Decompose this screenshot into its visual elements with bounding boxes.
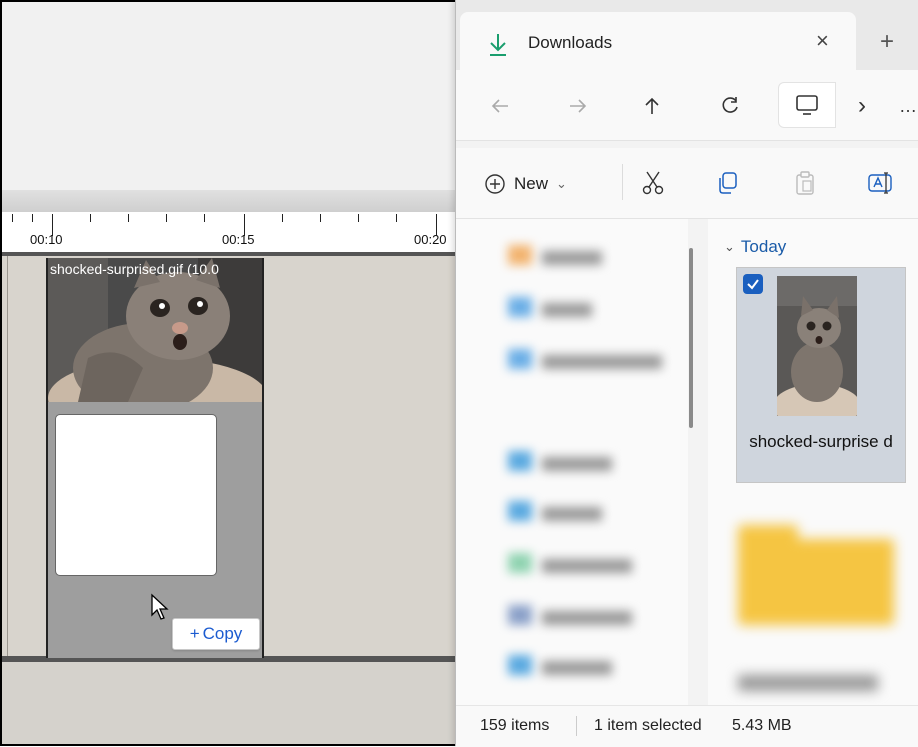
command-bar: New ⌄ — [456, 148, 918, 219]
download-arrow-icon — [490, 34, 506, 56]
clip-title: shocked-surprised.gif (10.0 — [50, 261, 219, 277]
up-arrow-icon[interactable] — [638, 92, 666, 120]
status-separator — [576, 716, 577, 736]
ruler-tick — [396, 214, 397, 222]
ruler-tick — [90, 214, 91, 222]
ruler-tick — [204, 214, 205, 222]
back-arrow-icon[interactable] — [486, 92, 514, 120]
nav-pane-scrollbar[interactable] — [689, 248, 693, 428]
file-explorer-window[interactable]: Downloads × + › … New ⌄ ⌄ Today shocked-… — [455, 0, 918, 747]
new-button-label: New — [514, 174, 549, 193]
clip-thumbnail — [48, 258, 262, 402]
timeline-ruler[interactable]: 00:10 00:15 00:20 — [2, 212, 462, 256]
tab-bar: Downloads × + — [456, 0, 918, 70]
ruler-tick — [166, 214, 167, 222]
status-bar: 159 items 1 item selected 5.43 MB — [456, 705, 918, 747]
file-thumbnail — [777, 276, 857, 416]
tab-close-button[interactable]: × — [816, 28, 829, 54]
folder-item-blurred[interactable] — [738, 525, 894, 691]
ruler-tick — [282, 214, 283, 222]
navigation-bar: › … — [456, 70, 918, 141]
navigation-pane[interactable] — [456, 219, 688, 705]
ruler-tick — [358, 214, 359, 222]
chevron-down-icon: ⌄ — [724, 239, 735, 254]
new-button[interactable]: New ⌄ — [484, 170, 567, 198]
file-name: shocked-surprise d — [749, 432, 893, 451]
mouse-pointer-icon — [151, 593, 169, 620]
editor-preview-area — [2, 2, 462, 190]
track-edge — [7, 256, 8, 656]
ruler-tick — [12, 214, 13, 222]
nav-item-blurred[interactable] — [508, 553, 632, 578]
copy-icon[interactable] — [712, 168, 742, 198]
file-content-pane[interactable]: ⌄ Today shocked-surprise d — [708, 219, 918, 705]
drag-copy-tooltip: + Copy — [172, 618, 260, 650]
ruler-label: 00:15 — [222, 232, 255, 247]
tab-title: Downloads — [528, 33, 613, 52]
tab-downloads[interactable]: Downloads × — [460, 12, 856, 70]
ruler-label: 00:10 — [30, 232, 63, 247]
nav-item-blurred[interactable] — [508, 605, 632, 630]
forward-arrow-icon[interactable] — [564, 92, 592, 120]
ruler-tick — [128, 214, 129, 222]
selection-size: 5.43 MB — [732, 717, 792, 734]
cut-icon[interactable] — [638, 168, 668, 198]
new-tab-button[interactable]: + — [880, 28, 894, 56]
checkbox-checked-icon[interactable] — [743, 274, 763, 294]
nav-item-blurred[interactable] — [508, 245, 602, 270]
ruler-tick — [320, 214, 321, 222]
breadcrumb-chevron[interactable]: › — [848, 92, 876, 120]
more-options-button[interactable]: … — [894, 92, 918, 120]
cat-image — [48, 258, 262, 402]
command-divider — [622, 164, 623, 200]
plus-circle-icon — [485, 174, 505, 194]
item-count: 159 items — [480, 717, 550, 734]
paste-icon[interactable] — [790, 168, 820, 198]
chevron-down-icon: ⌄ — [556, 176, 567, 191]
group-header-today[interactable]: ⌄ Today — [724, 237, 786, 257]
monitor-icon[interactable] — [778, 82, 836, 128]
nav-item-blurred[interactable] — [508, 349, 662, 374]
nav-item-blurred[interactable] — [508, 297, 592, 322]
editor-splitter[interactable] — [2, 190, 462, 212]
nav-item-blurred[interactable] — [508, 655, 612, 680]
ruler-tick — [32, 214, 33, 222]
clip-drop-placeholder — [55, 414, 217, 576]
nav-item-blurred[interactable] — [508, 501, 602, 526]
lower-track-area[interactable] — [2, 662, 462, 744]
file-item-selected[interactable]: shocked-surprise d — [736, 267, 906, 483]
cat-image — [777, 276, 857, 416]
refresh-icon[interactable] — [716, 92, 744, 120]
copy-tooltip-label: Copy — [202, 624, 243, 643]
group-header-label: Today — [740, 237, 787, 256]
selection-status: 1 item selected — [594, 717, 702, 734]
ruler-label: 00:20 — [414, 232, 447, 247]
plus-icon: + — [189, 624, 200, 643]
nav-item-blurred[interactable] — [508, 451, 612, 476]
rename-icon[interactable] — [866, 168, 896, 198]
